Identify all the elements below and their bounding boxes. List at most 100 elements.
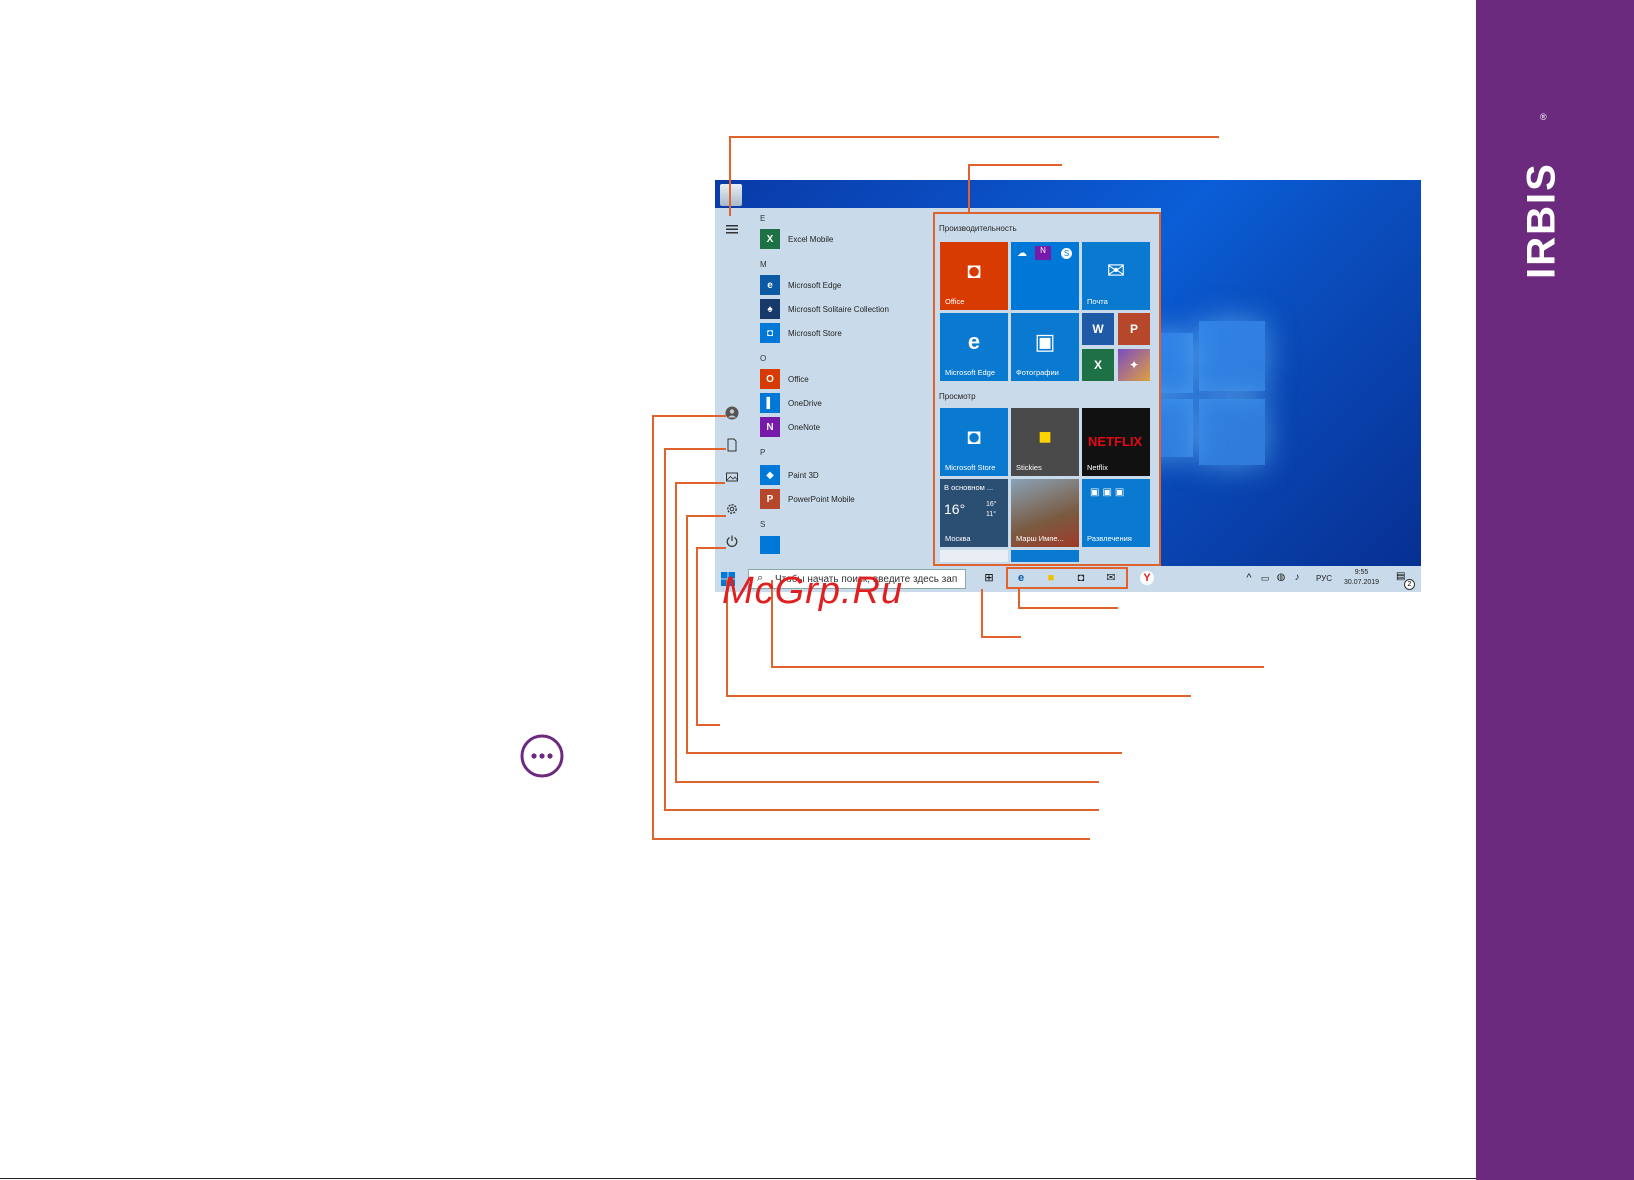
documents-icon[interactable] (725, 438, 739, 452)
skype-icon: S (1061, 248, 1072, 259)
weather-lo: 11° (986, 511, 997, 518)
app-item-onedrive[interactable]: ▌ OneDrive (760, 392, 822, 414)
office-icon: O (760, 369, 780, 389)
tile-label: Почта (1087, 297, 1108, 306)
callout-line (675, 482, 725, 484)
section-letter-m[interactable]: M (760, 260, 767, 269)
app-name: Microsoft Store (788, 328, 842, 338)
app-item-paint3d[interactable]: ◆ Paint 3D (760, 464, 819, 486)
callout-line (729, 136, 1219, 138)
app-item-onenote[interactable]: N OneNote (760, 416, 820, 438)
photos-icon: ▣ (1034, 329, 1056, 354)
tile-game-small[interactable]: ✦ (1118, 349, 1150, 381)
pictures-icon[interactable] (725, 470, 739, 484)
callout-line (686, 752, 1122, 754)
tile-stickies[interactable]: ■ Stickies (1011, 408, 1079, 476)
live-tiles-area: Производительность ◘ Office ☁ N S ✉ Почт… (933, 212, 1161, 566)
app-item-excel-mobile[interactable]: X Excel Mobile (760, 228, 833, 250)
recycle-bin-icon[interactable] (720, 184, 742, 206)
app-name: Microsoft Edge (788, 280, 842, 290)
network-icon[interactable]: ◍ (1274, 571, 1288, 585)
tile-office-apps-folder[interactable]: ☁ N S (1011, 242, 1079, 310)
onedrive-icon: ☁ (1017, 248, 1027, 259)
power-icon[interactable] (725, 534, 739, 548)
section-letter-o[interactable]: O (760, 354, 766, 363)
edge-icon: e (967, 329, 981, 354)
callout-line (675, 781, 1099, 783)
app-name: Paint 3D (788, 470, 819, 480)
group-label-explore: Просмотр (939, 392, 976, 401)
store-taskbar-icon[interactable]: ◘ (1074, 571, 1088, 585)
app-name: PowerPoint Mobile (788, 494, 855, 504)
tile-label: Развлечения (1087, 534, 1132, 543)
yandex-browser-icon[interactable]: Y (1140, 571, 1154, 585)
store-icon: ◘ (760, 323, 780, 343)
input-language[interactable]: РУС (1316, 574, 1332, 583)
onenote-icon: N (1035, 246, 1051, 260)
powerpoint-icon: P (760, 489, 780, 509)
app-item-microsoft-store[interactable]: ◘ Microsoft Store (760, 322, 842, 344)
callout-line (652, 415, 726, 417)
section-letter-s[interactable]: S (760, 520, 765, 529)
office-icon: ◘ (967, 258, 981, 283)
tile-microsoft-store[interactable]: ◘ Microsoft Store (940, 408, 1008, 476)
weather-temp: 16° (944, 501, 966, 517)
callout-line (968, 164, 1062, 166)
hamburger-menu-icon[interactable] (725, 222, 739, 236)
watermark-text: McGrp.Ru (722, 570, 904, 612)
app-list: E X Excel Mobile M e Microsoft Edge ♠ Mi… (752, 208, 932, 566)
tile-excel[interactable]: X (1082, 349, 1114, 381)
callout-line (729, 136, 731, 216)
tile-weather[interactable]: В основном ... 16° 16° 11° Москва (940, 479, 1008, 547)
app-item-powerpoint-mobile[interactable]: P PowerPoint Mobile (760, 488, 855, 510)
tile-powerpoint[interactable]: P (1118, 313, 1150, 345)
callout-line (1018, 589, 1020, 608)
app-item-partial[interactable] (760, 536, 780, 554)
app-item-microsoft-solitaire[interactable]: ♠ Microsoft Solitaire Collection (760, 298, 889, 320)
app-item-microsoft-edge[interactable]: e Microsoft Edge (760, 274, 841, 296)
tile-mail[interactable]: ✉ Почта (1082, 242, 1150, 310)
tile-label: Фотографии (1016, 368, 1059, 377)
tile-partial-1[interactable] (940, 550, 1008, 562)
settings-gear-icon[interactable] (725, 502, 739, 516)
battery-icon[interactable]: ▭ (1258, 571, 1272, 585)
tile-label: Stickies (1016, 463, 1042, 472)
callout-line (981, 636, 1021, 638)
clock-time: 9:55 (1354, 569, 1369, 576)
tile-entertainment[interactable]: ▣▣▣ Развлечения (1082, 479, 1150, 547)
section-letter-p[interactable]: P (760, 448, 765, 457)
clock[interactable]: 9:55 30.07.2019 (1344, 568, 1379, 588)
tile-word[interactable]: W (1082, 313, 1114, 345)
onenote-icon: N (760, 417, 780, 437)
callout-line (664, 448, 726, 450)
tile-game-march[interactable]: Марш Импе... (1011, 479, 1079, 547)
task-view-icon[interactable]: ⊞ (982, 571, 996, 585)
solitaire-icon: ♠ (760, 299, 780, 319)
entertainment-apps-icon: ▣▣▣ (1090, 487, 1128, 498)
app-name: OneDrive (788, 398, 822, 408)
user-account-icon[interactable] (725, 406, 739, 420)
callout-line (696, 547, 726, 549)
netflix-logo: NETFLIX (1088, 434, 1143, 449)
app-name: Microsoft Solitaire Collection (788, 304, 889, 314)
show-hidden-icons-chevron-icon[interactable]: ^ (1242, 571, 1256, 585)
brand-logo-text: IRBIS (1519, 162, 1564, 279)
tile-netflix[interactable]: NETFLIX Netflix (1082, 408, 1150, 476)
clock-date: 30.07.2019 (1344, 579, 1380, 586)
edge-icon: e (760, 275, 780, 295)
tile-microsoft-edge[interactable]: e Microsoft Edge (940, 313, 1008, 381)
mail-taskbar-icon[interactable]: ✉ (1104, 571, 1118, 585)
tile-office[interactable]: ◘ Office (940, 242, 1008, 310)
tile-partial-2[interactable] (1011, 550, 1079, 562)
tile-label: Netflix (1087, 463, 1108, 472)
volume-icon[interactable]: ♪ (1290, 571, 1304, 585)
onedrive-icon: ▌ (760, 393, 780, 413)
callout-line (981, 589, 983, 637)
file-explorer-icon[interactable]: ■ (1044, 571, 1058, 585)
app-item-office[interactable]: O Office (760, 368, 809, 390)
group-label-productivity: Производительность (939, 224, 1017, 233)
tile-photos[interactable]: ▣ Фотографии (1011, 313, 1079, 381)
section-letter-e[interactable]: E (760, 214, 765, 223)
edge-taskbar-icon[interactable]: e (1014, 571, 1028, 585)
notification-count-badge: 2 (1404, 579, 1415, 590)
